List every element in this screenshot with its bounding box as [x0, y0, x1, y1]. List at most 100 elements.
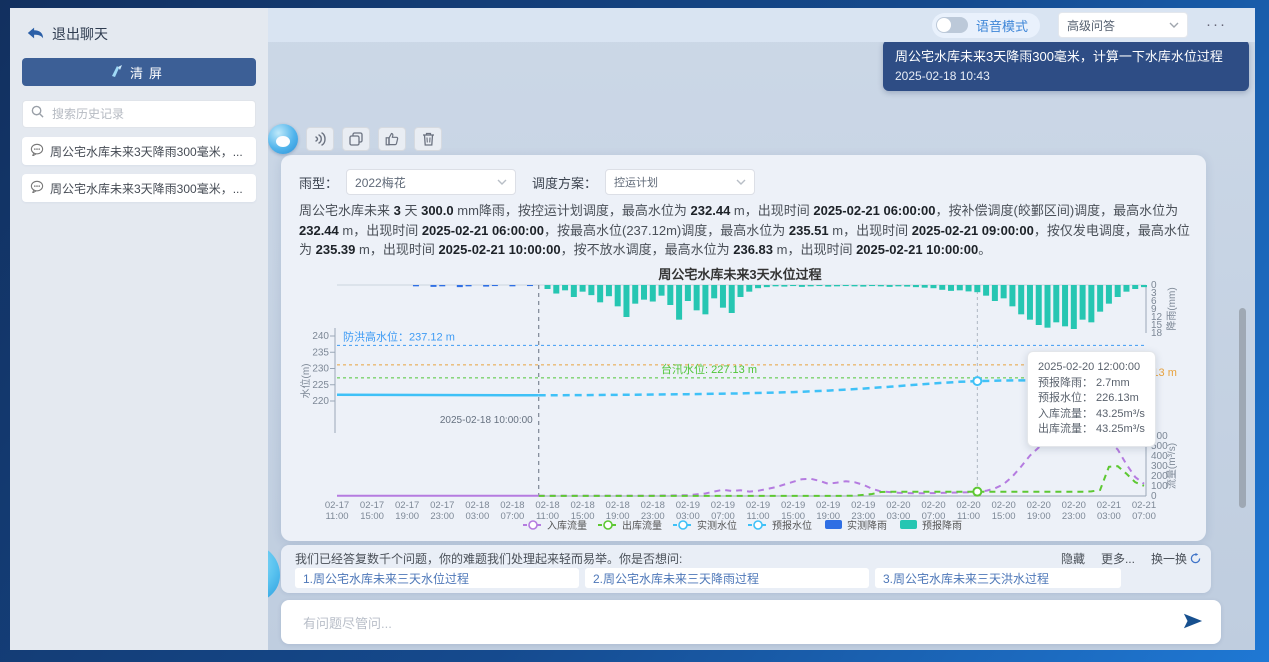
svg-text:07:00: 07:00 [1132, 511, 1156, 522]
legend-label: 预报降雨 [922, 519, 962, 532]
svg-text:220: 220 [312, 396, 329, 407]
svg-text:225: 225 [312, 380, 329, 391]
hide-suggestions-button[interactable]: 隐藏 [1061, 550, 1085, 567]
svg-text:02-19: 02-19 [711, 500, 735, 511]
legend-item[interactable] [598, 521, 618, 529]
exit-chat-button[interactable]: 退出聊天 [26, 24, 252, 44]
svg-text:周公宅水库未来3天水位过程: 周公宅水库未来3天水位过程 [658, 267, 821, 282]
svg-text:台汛水位: 227.13 m: 台汛水位: 227.13 m [661, 362, 757, 376]
search-icon [31, 105, 44, 123]
rain-type-select[interactable]: 2022梅花 [346, 169, 516, 195]
legend-item[interactable] [825, 520, 842, 529]
switch-knob [937, 18, 951, 32]
chart-controls: 雨型： 2022梅花 调度方案： 控运计划 [299, 169, 755, 195]
svg-text:降雨(mm): 降雨(mm) [1165, 287, 1178, 330]
svg-text:230: 230 [312, 364, 329, 375]
svg-text:防洪高水位：237.12 m: 防洪高水位：237.12 m [343, 329, 455, 343]
copy-button[interactable] [342, 127, 370, 151]
svg-text:19:00: 19:00 [1027, 511, 1051, 522]
read-aloud-button[interactable] [306, 127, 334, 151]
history-item[interactable]: 周公宅水库未来3天降雨300毫米，... [22, 174, 256, 202]
suggestion-button[interactable]: 1.周公宅水库未来三天水位过程 [295, 568, 579, 588]
clear-screen-button[interactable]: 清屏 [22, 58, 256, 86]
thumbs-up-button[interactable] [378, 127, 406, 151]
swap-suggestions-label: 换一换 [1151, 550, 1187, 567]
svg-text:03:00: 03:00 [465, 511, 489, 522]
legend-label: 入库流量 [547, 519, 587, 532]
swap-suggestions-button[interactable]: 换一换 [1151, 550, 1201, 567]
series-line [539, 466, 1144, 496]
search-input[interactable] [50, 106, 247, 122]
more-suggestions-button[interactable]: 更多... [1101, 550, 1135, 567]
chevron-down-icon [736, 179, 746, 185]
svg-text:02-20: 02-20 [886, 500, 910, 511]
svg-text:流量(m³/s): 流量(m³/s) [1165, 443, 1178, 489]
tooltip-value: 43.25m³/s [1096, 407, 1145, 423]
svg-text:19:00: 19:00 [395, 511, 419, 522]
tooltip-label: 出库流量： [1038, 422, 1093, 438]
copy-icon [349, 132, 363, 146]
send-button[interactable] [1183, 612, 1203, 635]
user-message-time: 2025-02-18 10:43 [895, 69, 1237, 83]
svg-text:02-17: 02-17 [395, 500, 419, 511]
history-item[interactable]: 周公宅水库未来3天降雨300毫米，... [22, 137, 256, 165]
app-window: 退出聊天 清屏 周公宅水库未来3天降雨300毫米，... [0, 0, 1269, 662]
qa-mode-select[interactable]: 高级问答 [1058, 12, 1188, 38]
send-icon [1183, 612, 1203, 630]
legend-item[interactable] [748, 521, 768, 529]
svg-text:2025-02-18 10:00:00: 2025-02-18 10:00:00 [440, 415, 533, 426]
tooltip-label: 预报降雨： [1038, 376, 1093, 392]
plan-select[interactable]: 控运计划 [605, 169, 755, 195]
voice-mode-switch[interactable] [936, 17, 968, 33]
legend-item[interactable] [673, 521, 693, 529]
chat-bubble-icon [30, 143, 44, 159]
tooltip-label: 入库流量： [1038, 407, 1093, 423]
svg-text:02-18: 02-18 [606, 500, 630, 511]
user-message-text: 周公宅水库未来3天降雨300毫米，计算一下水库水位过程 [895, 48, 1237, 65]
suggestion-buttons: 1.周公宅水库未来三天水位过程 2.周公宅水库未来三天降雨过程 3.周公宅水库未… [295, 568, 1121, 588]
back-arrow-icon [26, 26, 44, 43]
app-body: 退出聊天 清屏 周公宅水库未来3天降雨300毫米，... [10, 8, 1255, 650]
svg-text:02-18: 02-18 [500, 500, 524, 511]
svg-text:02-19: 02-19 [746, 500, 770, 511]
suggestion-button[interactable]: 3.周公宅水库未来三天洪水过程 [875, 568, 1121, 588]
svg-text:11:00: 11:00 [325, 511, 348, 522]
tooltip-title: 2025-02-20 12:00:00 [1038, 360, 1145, 376]
message-input[interactable] [301, 600, 1165, 646]
qa-mode-value: 高级问答 [1067, 17, 1115, 34]
rain-bars [545, 285, 1147, 329]
svg-text:02-18: 02-18 [535, 500, 559, 511]
chat-bubble-icon [30, 180, 44, 196]
svg-text:02-21: 02-21 [1097, 500, 1121, 511]
voice-mode-toggle-group[interactable]: 语音模式 [932, 13, 1040, 38]
legend-label: 出库流量 [622, 519, 662, 532]
legend-item[interactable] [523, 521, 543, 529]
suggestions-panel: 我们已经答复数千个问题，你的难题我们处理起来轻而易举。你是否想问: 隐藏 更多.… [281, 545, 1211, 593]
legend-item[interactable] [900, 520, 917, 529]
plan-value: 控运计划 [614, 174, 658, 190]
svg-text:18: 18 [1151, 328, 1163, 339]
chart-tooltip: 2025-02-20 12:00:00 预报降雨：2.7mm 预报水位：226.… [1027, 351, 1156, 447]
svg-text:02-19: 02-19 [781, 500, 805, 511]
tooltip-value: 2.7mm [1096, 376, 1130, 392]
suggestion-button[interactable]: 2.周公宅水库未来三天降雨过程 [585, 568, 869, 588]
message-input-bar [281, 600, 1221, 644]
chat-content: 语音模式 高级问答 ··· 周公宅水库未来3天降雨300毫米，计算一下水库水位过… [268, 8, 1255, 650]
exit-chat-label: 退出聊天 [52, 24, 108, 44]
dispatch-summary-text: 周公宅水库未来 3 天 300.0 mm降雨，按控运计划调度，最高水位为 232… [299, 201, 1190, 260]
vertical-scrollbar[interactable] [1239, 308, 1246, 508]
series-line [337, 395, 539, 396]
history-sidebar: 退出聊天 清屏 周公宅水库未来3天降雨300毫米，... [10, 8, 268, 650]
tooltip-value: 43.25m³/s [1096, 422, 1145, 438]
assistant-message-toolbar [268, 124, 442, 154]
svg-text:02-17: 02-17 [325, 500, 349, 511]
more-menu-button[interactable]: ··· [1206, 20, 1227, 30]
user-message-bubble: 周公宅水库未来3天降雨300毫米，计算一下水库水位过程 2025-02-18 1… [883, 40, 1249, 91]
svg-text:02-20: 02-20 [1027, 500, 1051, 511]
svg-text:23:00: 23:00 [430, 511, 454, 522]
svg-text:02-17: 02-17 [430, 500, 454, 511]
delete-button[interactable] [414, 127, 442, 151]
history-item-label: 周公宅水库未来3天降雨300毫米，... [50, 180, 243, 197]
chat-topbar: 语音模式 高级问答 ··· [268, 8, 1255, 42]
svg-text:02-20: 02-20 [1062, 500, 1086, 511]
